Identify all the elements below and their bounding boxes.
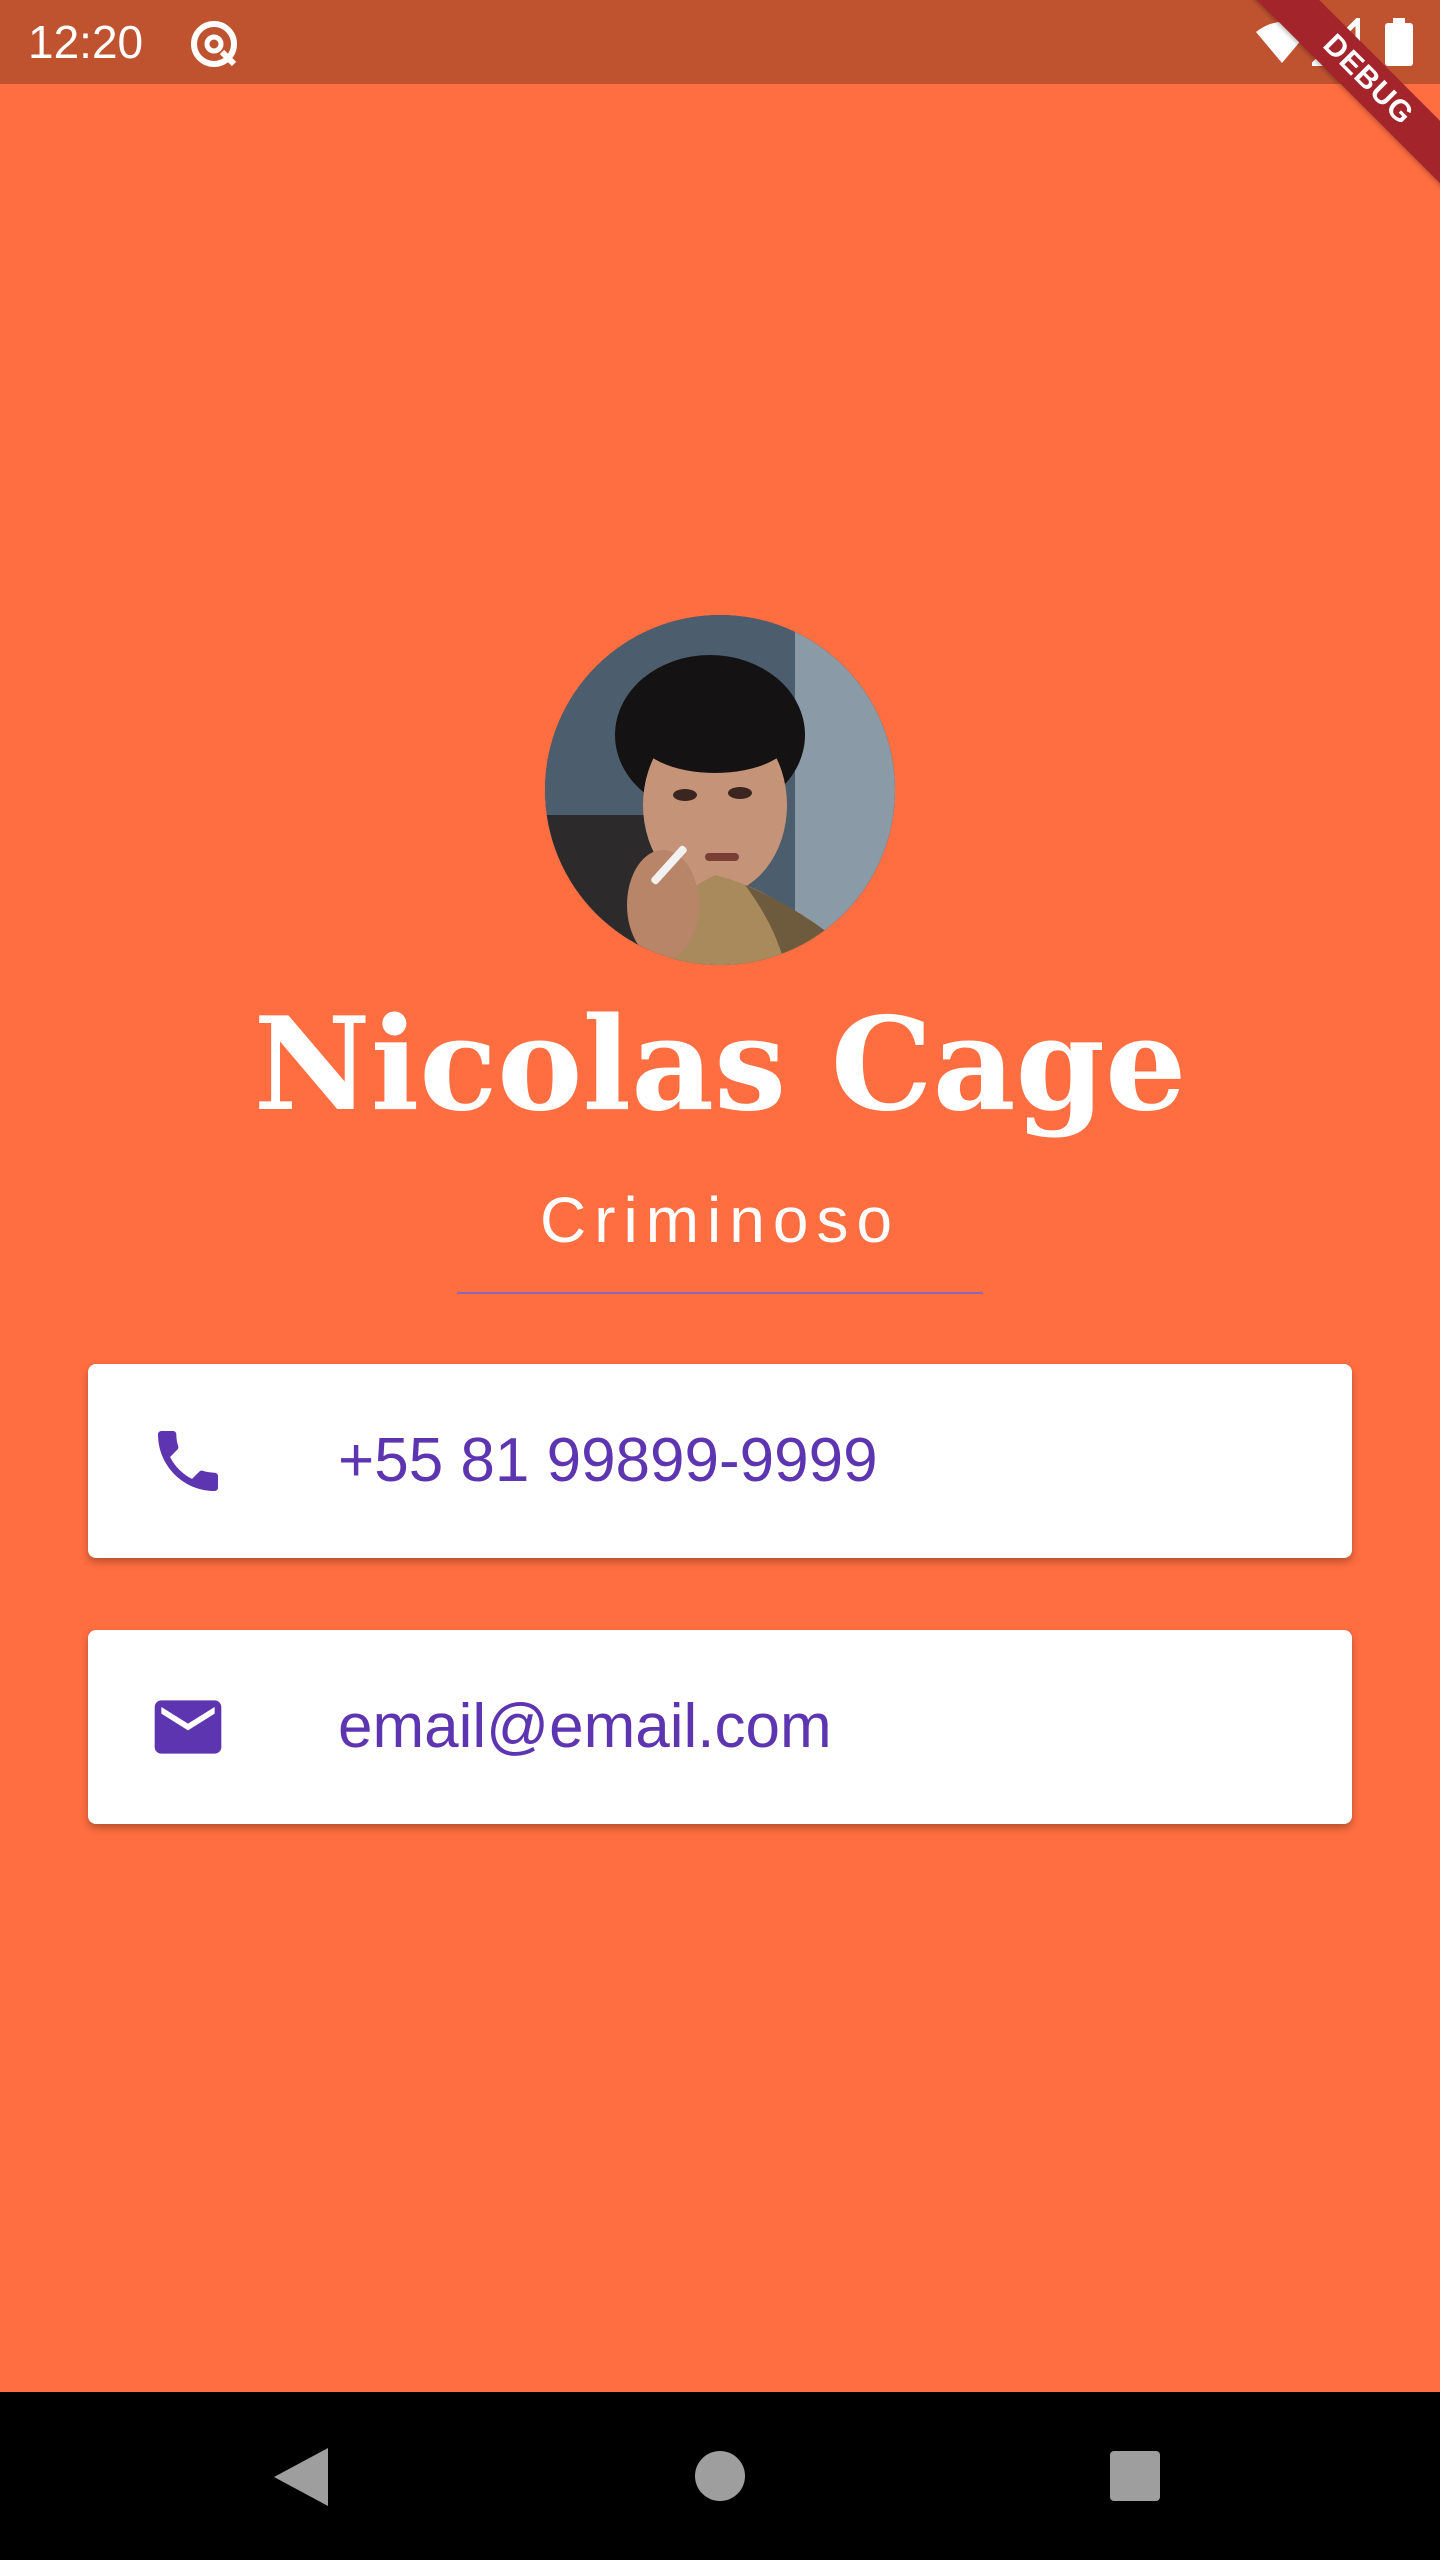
profile-avatar [545, 615, 895, 965]
home-icon[interactable] [695, 2451, 745, 2501]
profile-name: Nicolas Cage [253, 990, 1187, 1140]
screen: 12:20 DEBUG Nicolas Cage Criminoso +55 8… [0, 0, 1440, 2560]
mail-icon [154, 1700, 222, 1754]
recents-icon[interactable] [1110, 2451, 1160, 2501]
phone-card[interactable]: +55 81 99899-9999 [88, 1364, 1352, 1558]
email-address: email@email.com [338, 1692, 832, 1761]
phone-icon [158, 1431, 218, 1491]
email-card[interactable]: email@email.com [88, 1630, 1352, 1824]
profile-title: Criminoso [539, 1184, 901, 1256]
profile-photo [545, 615, 895, 965]
status-time: 12:20 [28, 16, 144, 68]
navigation-bar [0, 2392, 1440, 2560]
battery-icon [1385, 18, 1413, 66]
divider [457, 1292, 983, 1294]
app-notification-icon [191, 21, 237, 67]
phone-number: +55 81 99899-9999 [338, 1426, 878, 1495]
status-bar: 12:20 [0, 0, 1440, 84]
back-icon[interactable] [270, 2446, 330, 2508]
